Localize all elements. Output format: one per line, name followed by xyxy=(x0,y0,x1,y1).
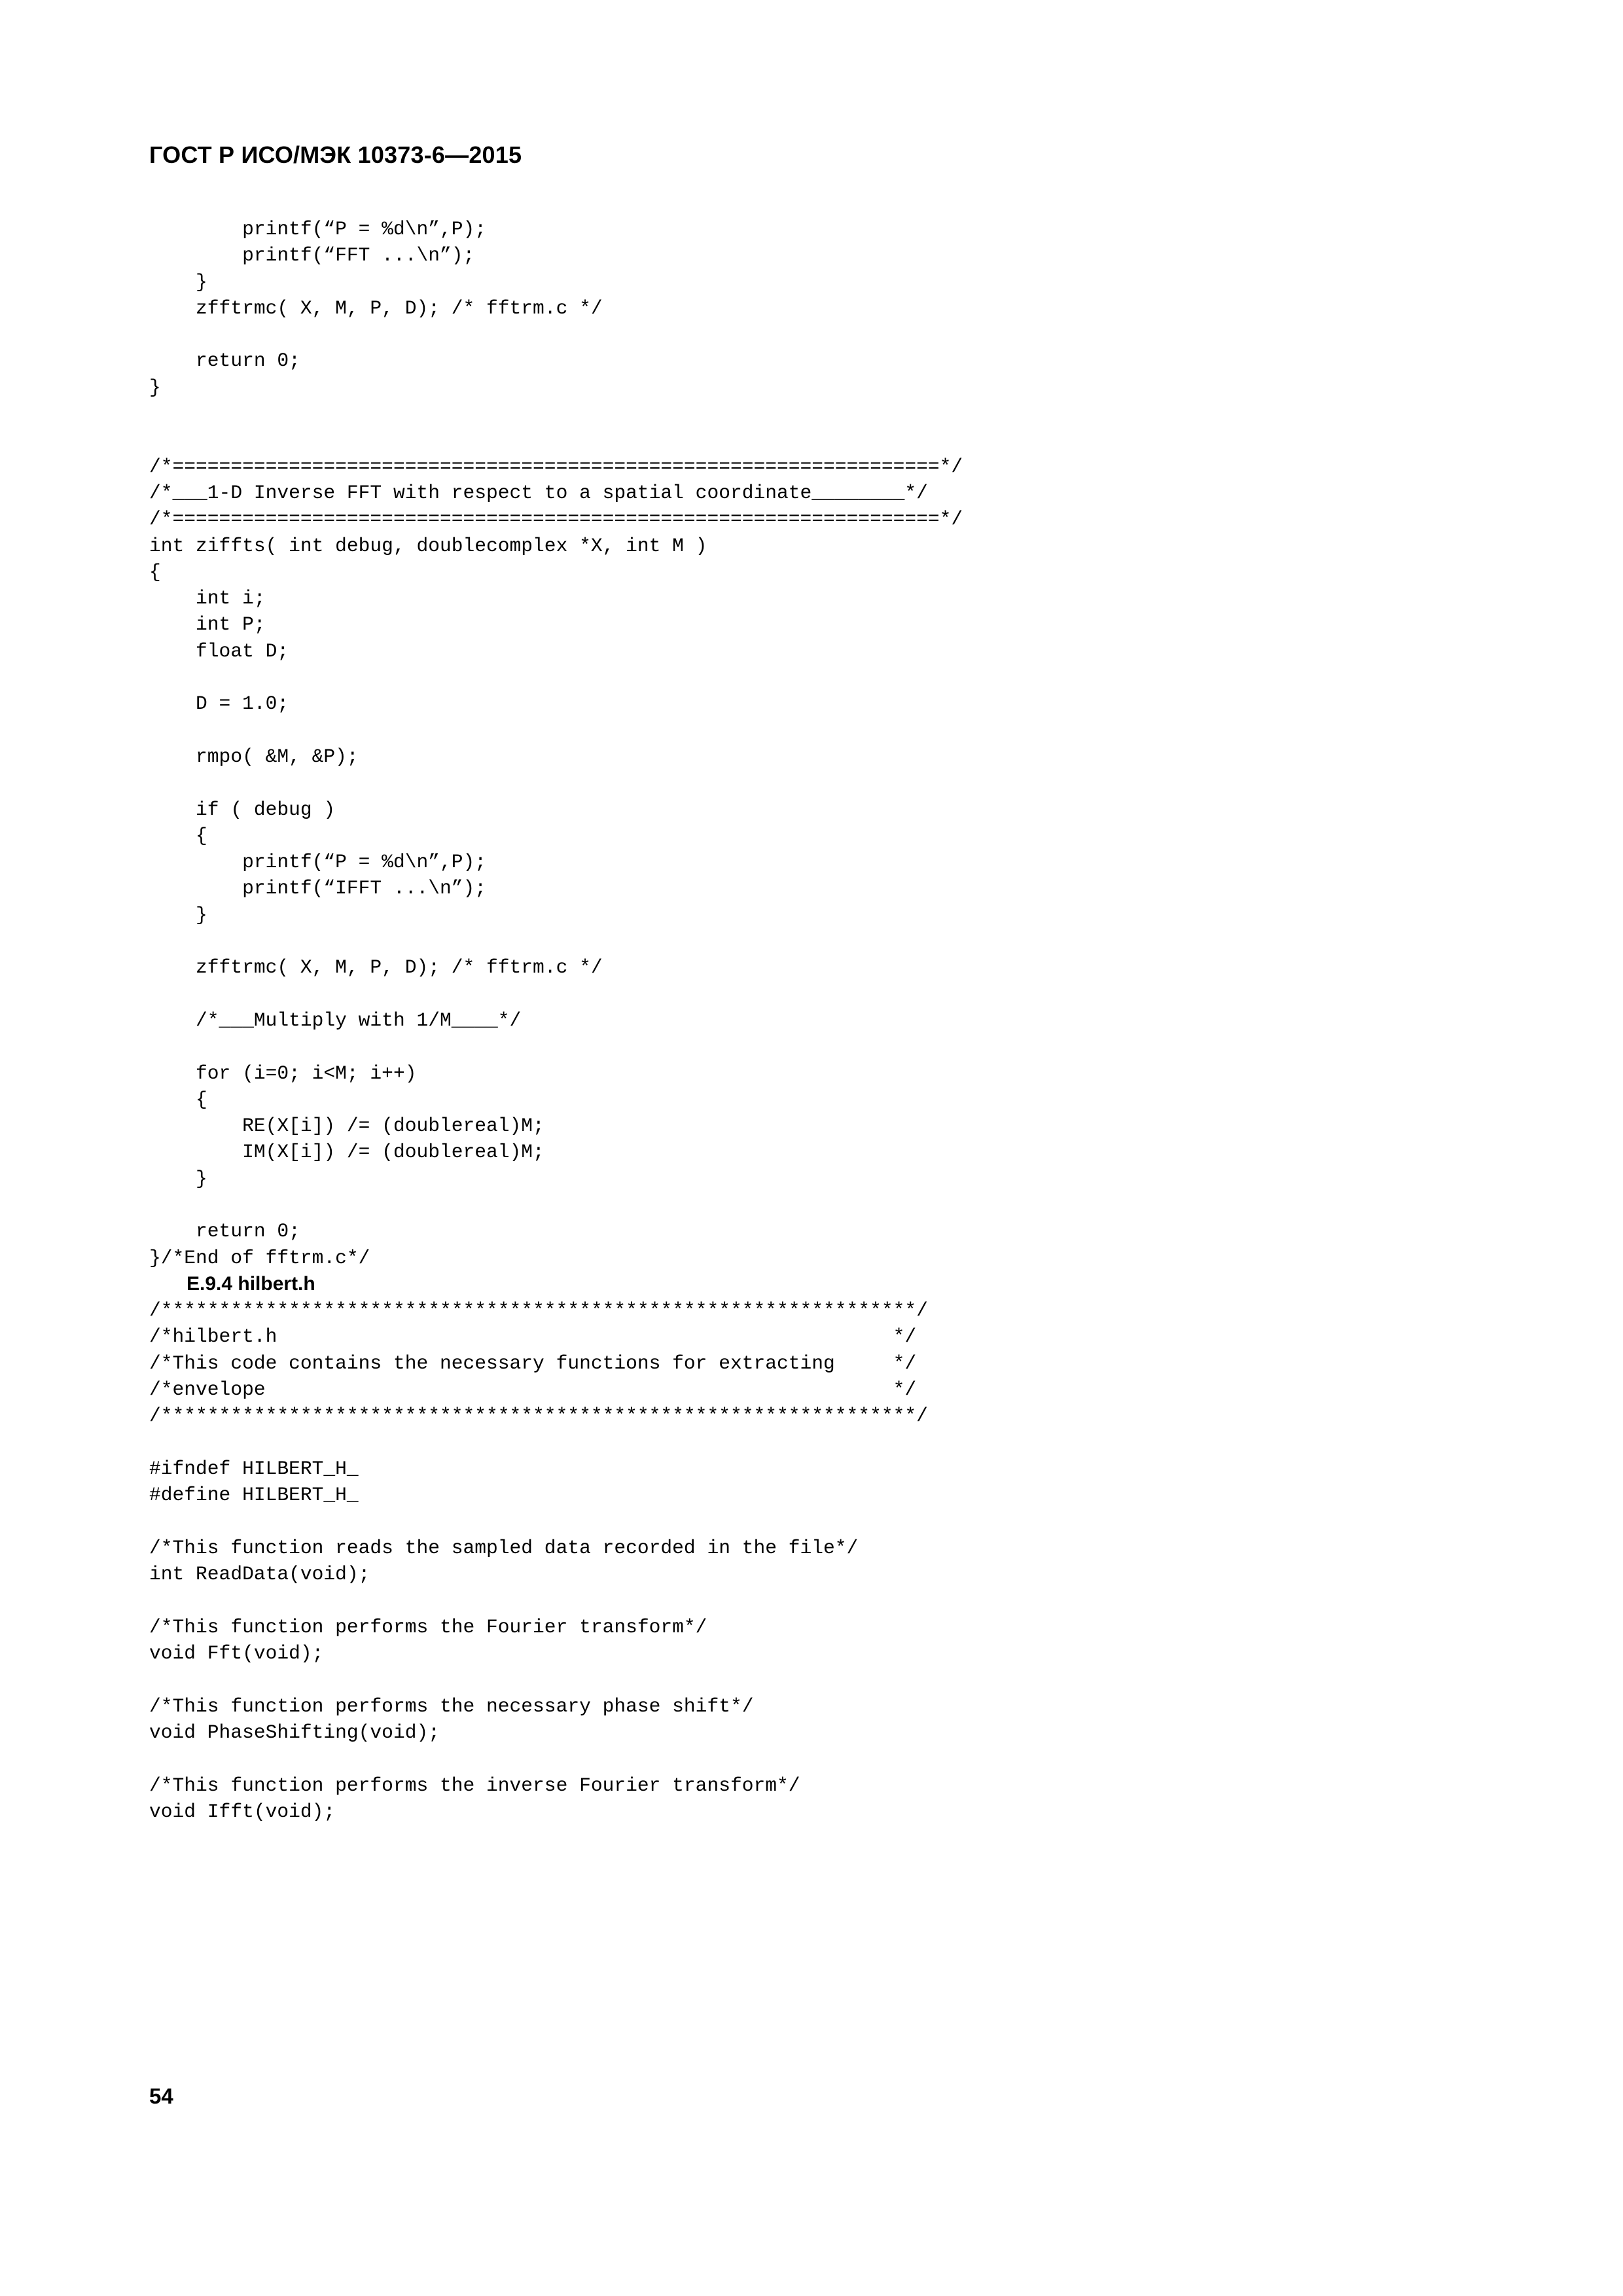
code-line: } xyxy=(149,1167,207,1190)
code-block-hilbert-h: /***************************************… xyxy=(149,1297,1478,1825)
code-line: /*======================================… xyxy=(149,508,963,531)
code-line: /***************************************… xyxy=(149,1299,928,1322)
document-header: ГОСТ Р ИСО/МЭК 10373-6—2015 xyxy=(149,141,522,168)
code-line: D = 1.0; xyxy=(149,692,289,715)
code-line: rmpo( &M, &P); xyxy=(149,745,359,768)
code-line: } xyxy=(149,270,207,293)
code-line: printf(“P = %d\n”,P); xyxy=(149,851,487,874)
code-line: } xyxy=(149,376,161,399)
code-line: int P; xyxy=(149,613,266,636)
code-line: printf(“P = %d\n”,P); xyxy=(149,218,487,240)
code-line: /*___Multiply with 1/M____*/ xyxy=(149,1009,522,1031)
document-page: ГОСТ Р ИСО/МЭК 10373-6—2015 printf(“P = … xyxy=(0,0,1623,2296)
code-line: { xyxy=(149,1088,207,1111)
code-line: int ReadData(void); xyxy=(149,1563,370,1586)
code-line: /***************************************… xyxy=(149,1405,928,1427)
code-line: int i; xyxy=(149,587,266,610)
code-line: zfftrmc( X, M, P, D); /* fftrm.c */ xyxy=(149,296,603,319)
code-line: /*This code contains the necessary funct… xyxy=(149,1352,917,1374)
page-number: 54 xyxy=(149,2084,173,2108)
code-line: { xyxy=(149,560,161,583)
code-line: printf(“IFFT ...\n”); xyxy=(149,877,487,900)
code-line: /*envelope */ xyxy=(149,1378,917,1401)
code-line: /*___1-D Inverse FFT with respect to a s… xyxy=(149,481,928,504)
code-line: IM(X[i]) /= (doublereal)M; xyxy=(149,1141,544,1164)
code-line: /*This function performs the Fourier tra… xyxy=(149,1615,707,1638)
code-line: /*This function performs the necessary p… xyxy=(149,1695,754,1717)
code-line: /*hilbert.h */ xyxy=(149,1325,917,1348)
code-line: return 0; xyxy=(149,350,300,372)
code-line: { xyxy=(149,824,207,847)
code-line: }/*End of fftrm.c*/ xyxy=(149,1246,370,1269)
code-line: float D; xyxy=(149,639,289,662)
code-line: int ziffts( int debug, doublecomplex *X,… xyxy=(149,534,707,557)
code-line: #define HILBERT_H_ xyxy=(149,1484,359,1507)
code-line: #ifndef HILBERT_H_ xyxy=(149,1457,359,1480)
code-line: /*This function reads the sampled data r… xyxy=(149,1536,859,1559)
code-line: RE(X[i]) /= (doublereal)M; xyxy=(149,1115,544,1138)
code-line: void PhaseShifting(void); xyxy=(149,1721,440,1744)
code-line: /*======================================… xyxy=(149,455,963,478)
code-line: zfftrmc( X, M, P, D); /* fftrm.c */ xyxy=(149,956,603,979)
code-block-fftrm: printf(“P = %d\n”,P); printf(“FFT ...\n”… xyxy=(149,216,1478,1271)
section-heading-e94: E.9.4 hilbert.h xyxy=(187,1272,315,1295)
code-line: printf(“FFT ...\n”); xyxy=(149,244,475,267)
code-line: void Fft(void); xyxy=(149,1642,324,1665)
code-line: return 0; xyxy=(149,1220,300,1243)
code-line: for (i=0; i<M; i++) xyxy=(149,1062,417,1085)
code-listing: printf(“P = %d\n”,P); printf(“FFT ...\n”… xyxy=(149,216,1478,1825)
code-line: } xyxy=(149,903,207,926)
code-line: /*This function performs the inverse Fou… xyxy=(149,1774,800,1797)
code-line: if ( debug ) xyxy=(149,798,336,821)
code-line: void Ifft(void); xyxy=(149,1800,336,1823)
